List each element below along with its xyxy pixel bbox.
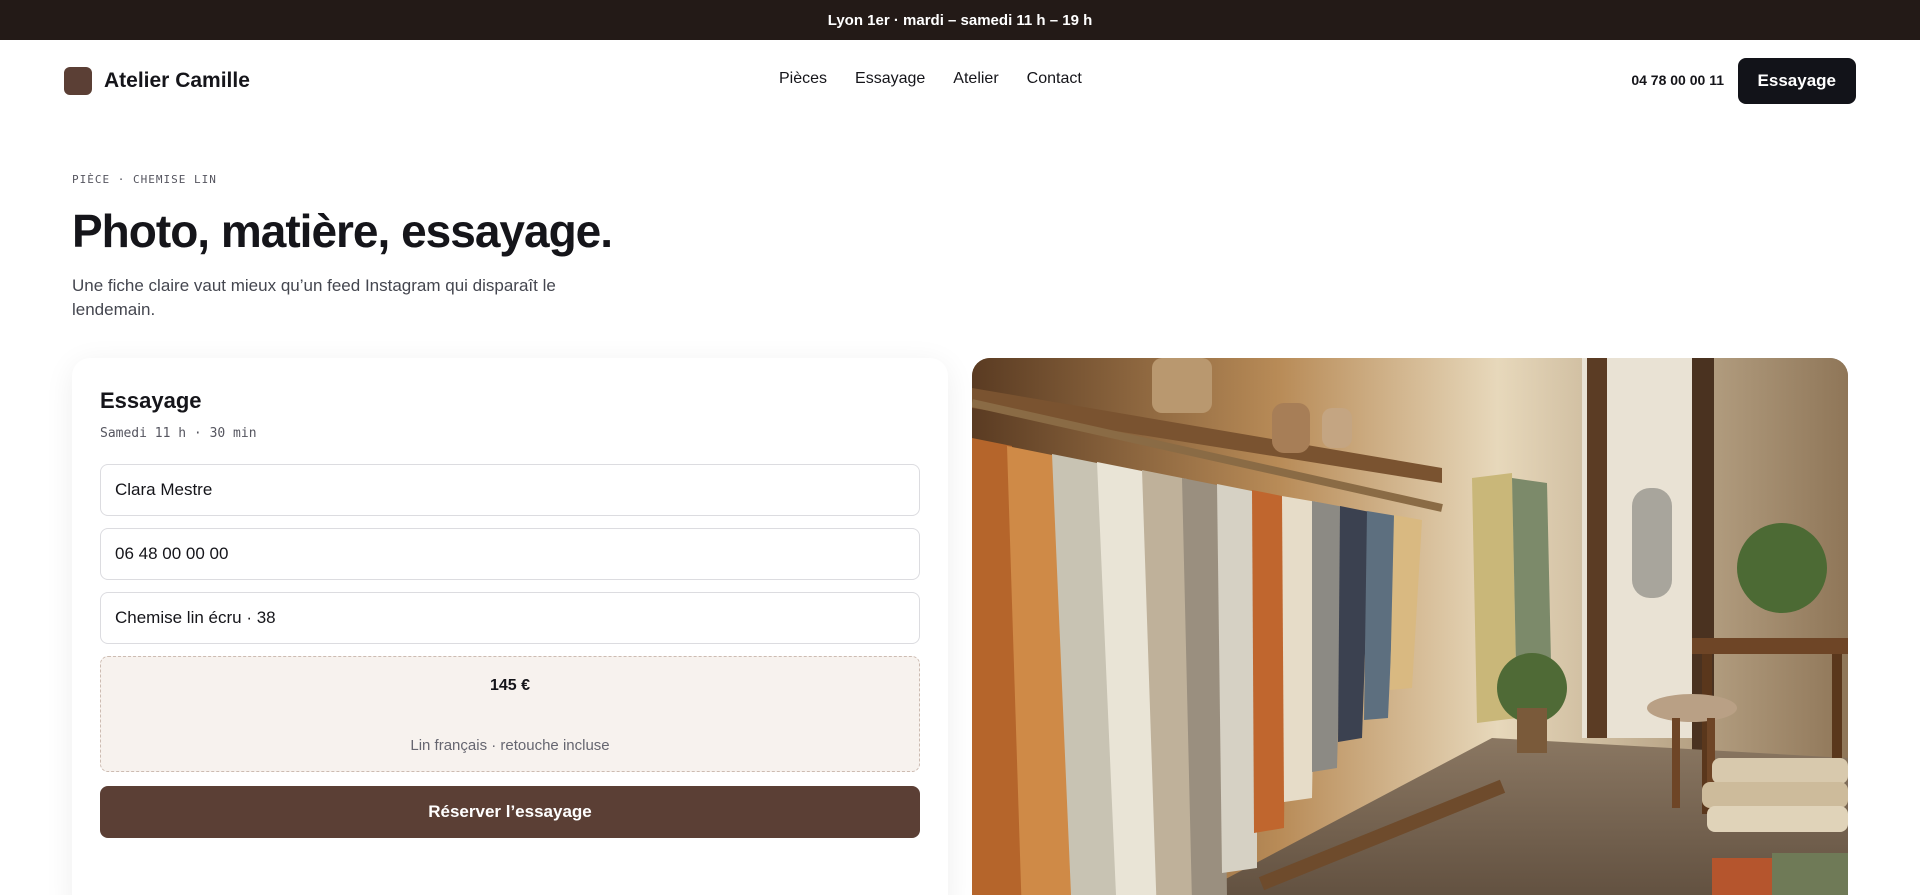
nav-link-atelier[interactable]: Atelier [953, 70, 998, 88]
nav-link-essayage[interactable]: Essayage [855, 70, 925, 88]
phone-field[interactable] [100, 528, 920, 580]
main-nav: Pièces Essayage Atelier Contact [779, 70, 1082, 88]
brand-name: Atelier Camille [104, 69, 250, 92]
page-title: Photo, matière, essayage. [72, 205, 613, 257]
price-box: 145 € Lin français · retouche incluse [100, 656, 920, 772]
shop-photo [972, 358, 1848, 895]
nav-link-contact[interactable]: Contact [1027, 70, 1082, 88]
booking-slot: Samedi 11 h · 30 min [100, 426, 257, 441]
name-field[interactable] [100, 464, 920, 516]
essayage-header-button[interactable]: Essayage [1737, 58, 1856, 104]
shop-photo-illustration [972, 358, 1848, 895]
announcement-text: Lyon 1er · mardi – samedi 11 h – 19 h [827, 11, 1093, 29]
breadcrumb-eyebrow: PIÈCE · CHEMISE LIN [72, 173, 217, 186]
reserve-button[interactable]: Réserver l’essayage [100, 786, 920, 838]
booking-card: Essayage Samedi 11 h · 30 min 145 € Lin … [72, 358, 948, 895]
booking-title: Essayage [100, 388, 202, 413]
nav-link-pieces[interactable]: Pièces [779, 70, 827, 88]
price-value: 145 € [489, 677, 531, 694]
site-header: Atelier Camille Pièces Essayage Atelier … [0, 40, 1920, 120]
item-field[interactable] [100, 592, 920, 644]
page-subtitle: Une fiche claire vaut mieux qu’un feed I… [72, 276, 556, 319]
announcement-bar: Lyon 1er · mardi – samedi 11 h – 19 h [0, 0, 1920, 40]
price-note: Lin français · retouche incluse [410, 737, 610, 754]
brand[interactable]: Atelier Camille [64, 67, 250, 95]
brand-logo-icon [64, 67, 92, 95]
phone-link[interactable]: 04 78 00 00 11 [1631, 72, 1724, 88]
